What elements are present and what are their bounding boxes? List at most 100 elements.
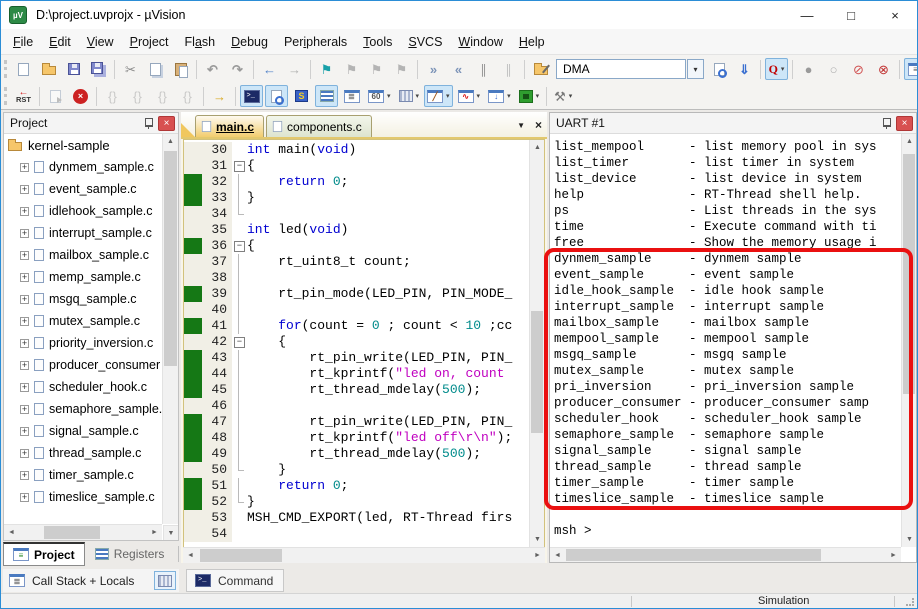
memory-button[interactable] xyxy=(154,571,176,590)
editor-vscrollbar[interactable]: ▲ ▼ xyxy=(529,140,544,547)
expand-icon[interactable]: + xyxy=(20,448,29,458)
scroll-thumb[interactable] xyxy=(903,154,915,394)
scroll-thumb[interactable] xyxy=(44,526,100,539)
resize-grip[interactable] xyxy=(906,598,914,606)
fold-icon[interactable] xyxy=(232,334,245,350)
command-window-icon[interactable]: >_ xyxy=(240,85,263,107)
registers-window-icon[interactable] xyxy=(315,85,338,107)
pin-icon[interactable] xyxy=(144,117,154,129)
download-icon[interactable]: ⇓ xyxy=(733,58,756,80)
uart-hscrollbar[interactable]: ◄ ► xyxy=(550,547,901,562)
tree-item[interactable]: + semaphore_sample. xyxy=(4,398,162,420)
tree-item[interactable]: + thread_sample.c xyxy=(4,442,162,464)
expand-icon[interactable]: + xyxy=(20,228,29,238)
scroll-down-icon[interactable]: ▼ xyxy=(163,525,178,540)
expand-icon[interactable]: + xyxy=(20,470,29,480)
bookmark-clear-icon[interactable]: ⚑ xyxy=(390,58,413,80)
scroll-thumb[interactable] xyxy=(164,151,177,366)
expand-icon[interactable]: + xyxy=(20,206,29,216)
scroll-right-icon[interactable]: ► xyxy=(530,548,545,563)
editor-close-icon[interactable]: × xyxy=(535,118,542,132)
memory-window-icon[interactable]: ▾ xyxy=(396,85,423,107)
tree-item[interactable]: + mutex_sample.c xyxy=(4,310,162,332)
paste-icon[interactable] xyxy=(169,58,192,80)
panel-tab-project[interactable]: ≡ Project xyxy=(3,542,85,566)
bookmark-toggle-icon[interactable]: ⚑ xyxy=(315,58,338,80)
disable-all-breakpoints-icon[interactable]: ⊘ xyxy=(847,58,870,80)
menu-edit[interactable]: Edit xyxy=(41,31,79,53)
tab-command[interactable]: >_ Command xyxy=(186,569,284,592)
expand-icon[interactable]: + xyxy=(20,360,29,370)
save-all-icon[interactable] xyxy=(87,58,110,80)
close-button[interactable]: × xyxy=(873,1,917,29)
uncomment-icon[interactable]: ∥ xyxy=(497,58,520,80)
tree-root-kernel-sample[interactable]: kernel-sample xyxy=(4,134,162,156)
tab-list-menu-icon[interactable]: ▼ xyxy=(517,121,525,130)
system-viewer-icon[interactable]: ▾ xyxy=(516,85,543,107)
tree-item[interactable]: + timer_sample.c xyxy=(4,464,162,486)
menu-view[interactable]: View xyxy=(79,31,122,53)
menu-window[interactable]: Window xyxy=(450,31,510,53)
navigate-back-icon[interactable]: ← xyxy=(258,58,281,80)
project-tree-hscrollbar[interactable]: ◄ ► xyxy=(4,524,162,540)
expand-icon[interactable]: + xyxy=(20,382,29,392)
debug-settings-icon[interactable]: ⚒ ▾ xyxy=(551,85,575,107)
editor-tab-components-c[interactable]: components.c xyxy=(266,115,372,137)
run-icon[interactable] xyxy=(44,85,67,107)
fold-icon[interactable] xyxy=(232,238,245,254)
tree-item[interactable]: + timeslice_sample.c xyxy=(4,486,162,508)
scroll-thumb[interactable] xyxy=(200,549,282,562)
uart-vscrollbar[interactable]: ▲ ▼ xyxy=(901,134,916,547)
reset-button[interactable]: ← RST xyxy=(12,85,35,107)
scroll-down-icon[interactable]: ▼ xyxy=(902,532,917,547)
scroll-left-icon[interactable]: ◄ xyxy=(4,525,19,540)
comment-icon[interactable]: ∥ xyxy=(472,58,495,80)
tree-item[interactable]: + producer_consumer xyxy=(4,354,162,376)
insert-breakpoint-icon[interactable]: ● xyxy=(797,58,820,80)
disassembly-window-icon[interactable] xyxy=(265,85,288,107)
step-over-icon[interactable]: {} xyxy=(126,85,149,107)
dma-combo[interactable]: DMA xyxy=(556,59,686,79)
symbol-window-icon[interactable]: S xyxy=(290,85,313,107)
save-icon[interactable] xyxy=(62,58,85,80)
menu-project[interactable]: Project xyxy=(122,31,177,53)
editor-hscrollbar[interactable]: ◄ ► xyxy=(183,547,545,563)
step-into-icon[interactable]: {} xyxy=(101,85,124,107)
outdent-icon[interactable]: « xyxy=(447,58,470,80)
scroll-thumb[interactable] xyxy=(531,310,543,434)
pin-icon[interactable] xyxy=(882,117,892,129)
scroll-up-icon[interactable]: ▲ xyxy=(163,134,178,149)
scroll-right-icon[interactable]: ► xyxy=(886,548,901,563)
expand-icon[interactable]: + xyxy=(20,272,29,282)
scroll-up-icon[interactable]: ▲ xyxy=(902,134,917,149)
editor-tab-main-c[interactable]: main.c xyxy=(195,115,265,137)
scroll-up-icon[interactable]: ▲ xyxy=(530,140,544,155)
expand-icon[interactable]: + xyxy=(20,184,29,194)
tree-item[interactable]: + event_sample.c xyxy=(4,178,162,200)
scroll-right-icon[interactable]: ► xyxy=(147,525,162,540)
expand-icon[interactable]: + xyxy=(20,162,29,172)
project-close-icon[interactable]: × xyxy=(158,115,175,131)
expand-icon[interactable]: + xyxy=(20,338,29,348)
dma-combo-dropdown[interactable]: ▾ xyxy=(687,59,704,79)
show-next-statement-icon[interactable]: → xyxy=(208,85,231,107)
project-tree-vscrollbar[interactable]: ▲ xyxy=(162,134,178,524)
scroll-left-icon[interactable]: ◄ xyxy=(550,548,565,563)
minimize-button[interactable]: — xyxy=(785,1,829,29)
open-folder-icon[interactable] xyxy=(37,58,60,80)
expand-icon[interactable]: + xyxy=(20,404,29,414)
new-file-icon[interactable] xyxy=(12,58,35,80)
tree-item[interactable]: + signal_sample.c xyxy=(4,420,162,442)
bookmark-prev-icon[interactable]: ⚑ xyxy=(340,58,363,80)
menu-tools[interactable]: Tools xyxy=(355,31,400,53)
quick-search-icon[interactable]: Q ▾ xyxy=(765,58,788,80)
menu-flash[interactable]: Flash xyxy=(177,31,224,53)
uart-close-icon[interactable]: × xyxy=(896,115,913,131)
panel-tab-registers[interactable]: Registers xyxy=(85,542,175,566)
stop-icon[interactable]: × xyxy=(69,85,92,107)
menu-file[interactable]: File xyxy=(5,31,41,53)
callstack-window-icon[interactable]: ≣ xyxy=(340,85,363,107)
watch-window-icon[interactable]: 60 ▾ xyxy=(365,85,394,107)
undo-icon[interactable]: ↶ xyxy=(201,58,224,80)
menu-debug[interactable]: Debug xyxy=(223,31,276,53)
